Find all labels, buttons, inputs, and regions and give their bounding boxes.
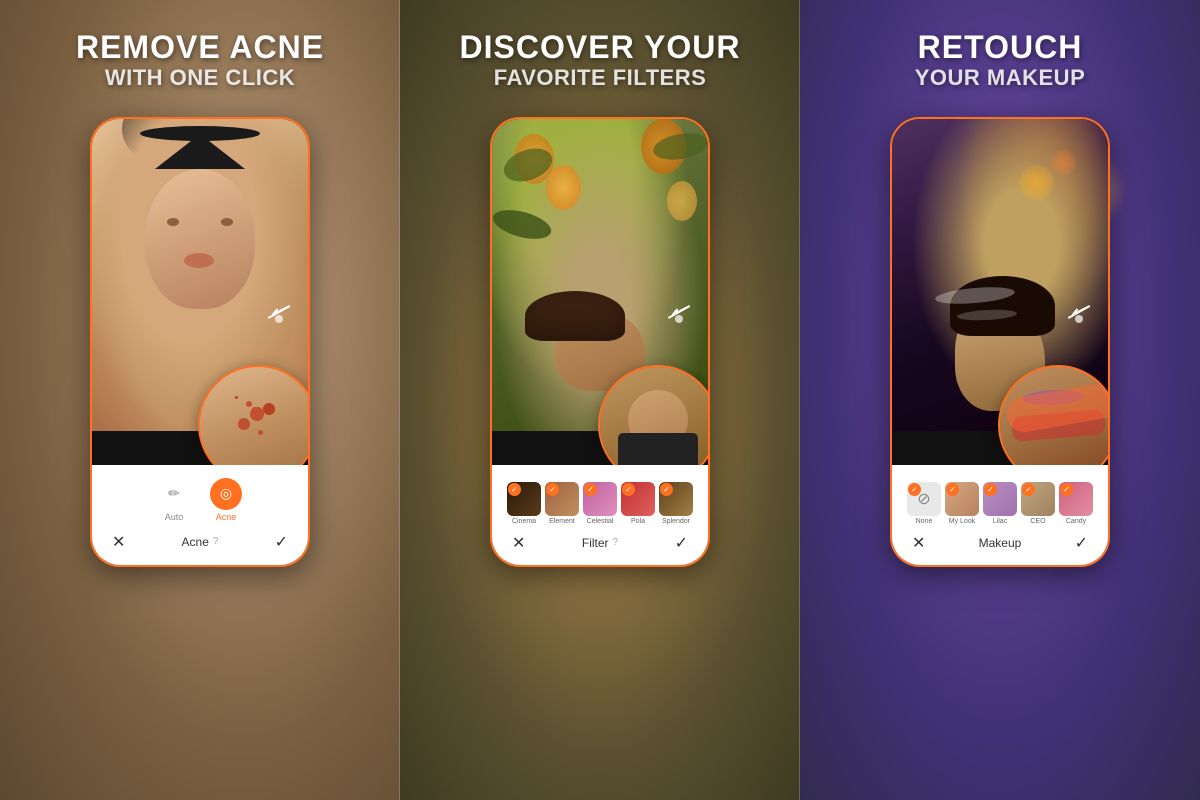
toolbar-confirm-3[interactable]: ✓ — [1075, 533, 1088, 553]
filter-cinema-img: ✓ — [507, 482, 541, 516]
makeup-ceo-img: ✓ — [1021, 482, 1055, 516]
panel-filters: DISCOVER YOUR FAVORITE FILTERS — [400, 0, 800, 800]
makeup-lilac-img: ✓ — [983, 482, 1017, 516]
phone-screen-3: ✓ ⊘ None ✓ My Look — [892, 119, 1108, 565]
toolbar-cancel-2[interactable]: ✕ — [512, 533, 525, 553]
tool-auto-icon: ✏ — [158, 478, 190, 510]
phone-frame-2: ✓ Cinema ✓ Element — [490, 117, 710, 567]
dot-indicator-3 — [1075, 315, 1083, 323]
face-area-1 — [135, 134, 265, 304]
panel-3-headline: RETOUCH YOUR MAKEUP — [895, 0, 1106, 107]
phone-screen-1: ✏ Auto ◎ Acne ✕ Acne — [92, 119, 308, 565]
makeup-thumbnails: ✓ ⊘ None ✓ My Look — [903, 477, 1097, 525]
panel-3-headline-sub: YOUR MAKEUP — [915, 65, 1086, 91]
toolbar-bottom-3: ✕ Makeup ✓ — [902, 533, 1098, 553]
panel-2-content: DISCOVER YOUR FAVORITE FILTERS — [400, 0, 800, 800]
filter-splendor-label: Splendor — [662, 518, 690, 525]
panel-acne: REMOVE ACNE WITH ONE CLICK — [0, 0, 400, 800]
makeup-mylook-label: My Look — [949, 518, 975, 525]
phone-screen-2: ✓ Cinema ✓ Element — [492, 119, 708, 565]
makeup-candy[interactable]: ✓ Candy — [1059, 482, 1093, 525]
filter-element[interactable]: ✓ Element — [545, 482, 579, 525]
panel-2-headline-sub: FAVORITE FILTERS — [460, 65, 741, 91]
panel-2-headline: DISCOVER YOUR FAVORITE FILTERS — [440, 0, 761, 107]
tool-acne-label: Acne — [216, 512, 237, 522]
panel-3-headline-main: RETOUCH — [915, 30, 1086, 65]
toolbar-icons-1: ✏ Auto ◎ Acne — [158, 478, 242, 522]
filter-pola-img: ✓ — [621, 482, 655, 516]
makeup-candy-img: ✓ — [1059, 482, 1093, 516]
swipe-arrow-1 — [253, 297, 293, 332]
filter-thumbnails: ✓ Cinema ✓ Element — [503, 477, 697, 525]
toolbar-bottom-2: ✕ Filter ? ✓ — [502, 533, 698, 553]
filter-splendor[interactable]: ✓ Splendor — [659, 482, 693, 525]
toolbar-confirm-1[interactable]: ✓ — [275, 532, 288, 552]
toolbar-title-3: Makeup — [979, 536, 1022, 550]
makeup-none-img: ✓ ⊘ — [907, 482, 941, 516]
toolbar-cancel-3[interactable]: ✕ — [912, 533, 925, 553]
filter-pola-label: Pola — [631, 518, 645, 525]
makeup-lilac[interactable]: ✓ Lilac — [983, 482, 1017, 525]
toolbar-confirm-2[interactable]: ✓ — [675, 533, 688, 553]
panel-1-headline-sub: WITH ONE CLICK — [76, 65, 324, 91]
filter-element-label: Element — [549, 518, 575, 525]
makeup-mylook[interactable]: ✓ My Look — [945, 482, 979, 525]
panel-2-headline-main: DISCOVER YOUR — [460, 30, 741, 65]
dot-indicator-2 — [675, 315, 683, 323]
filter-element-img: ✓ — [545, 482, 579, 516]
filter-celestial-img: ✓ — [583, 482, 617, 516]
makeup-ceo[interactable]: ✓ CEO — [1021, 482, 1055, 525]
phone-toolbar-3: ✓ ⊘ None ✓ My Look — [892, 465, 1108, 565]
phone-frame-3: ✓ ⊘ None ✓ My Look — [890, 117, 1110, 567]
makeup-lilac-label: Lilac — [993, 518, 1007, 525]
filter-celestial[interactable]: ✓ Celestial — [583, 482, 617, 525]
swipe-arrow-3 — [1053, 297, 1093, 332]
makeup-none-label: None — [916, 518, 933, 525]
filter-splendor-img: ✓ — [659, 482, 693, 516]
tool-acne[interactable]: ◎ Acne — [210, 478, 242, 522]
toolbar-bottom-1: ✕ Acne ? ✓ — [102, 532, 298, 552]
panel-makeup: RETOUCH YOUR MAKEUP — [800, 0, 1200, 800]
panel-1-headline-main: REMOVE ACNE — [76, 30, 324, 65]
toolbar-cancel-1[interactable]: ✕ — [112, 532, 125, 552]
dot-indicator-1 — [275, 315, 283, 323]
filter-cinema[interactable]: ✓ Cinema — [507, 482, 541, 525]
makeup-none[interactable]: ✓ ⊘ None — [907, 482, 941, 525]
app-container: REMOVE ACNE WITH ONE CLICK — [0, 0, 1200, 800]
phone-frame-1: ✏ Auto ◎ Acne ✕ Acne — [90, 117, 310, 567]
filter-cinema-label: Cinema — [512, 518, 536, 525]
filter-celestial-label: Celestial — [587, 518, 614, 525]
swipe-arrow-2 — [653, 297, 693, 332]
makeup-ceo-label: CEO — [1030, 518, 1045, 525]
panel-1-content: REMOVE ACNE WITH ONE CLICK — [0, 0, 400, 800]
makeup-mylook-img: ✓ — [945, 482, 979, 516]
toolbar-title-1: Acne ? — [182, 535, 219, 549]
tool-auto-label: Auto — [165, 512, 184, 522]
phone-toolbar-2: ✓ Cinema ✓ Element — [492, 465, 708, 565]
panel-1-headline: REMOVE ACNE WITH ONE CLICK — [56, 0, 344, 107]
toolbar-title-2: Filter ? — [582, 536, 618, 550]
tool-auto[interactable]: ✏ Auto — [158, 478, 190, 522]
phone-toolbar-1: ✏ Auto ◎ Acne ✕ Acne — [92, 465, 308, 565]
tool-acne-icon: ◎ — [210, 478, 242, 510]
makeup-candy-label: Candy — [1066, 518, 1086, 525]
panel-3-content: RETOUCH YOUR MAKEUP — [800, 0, 1200, 800]
filter-pola[interactable]: ✓ Pola — [621, 482, 655, 525]
